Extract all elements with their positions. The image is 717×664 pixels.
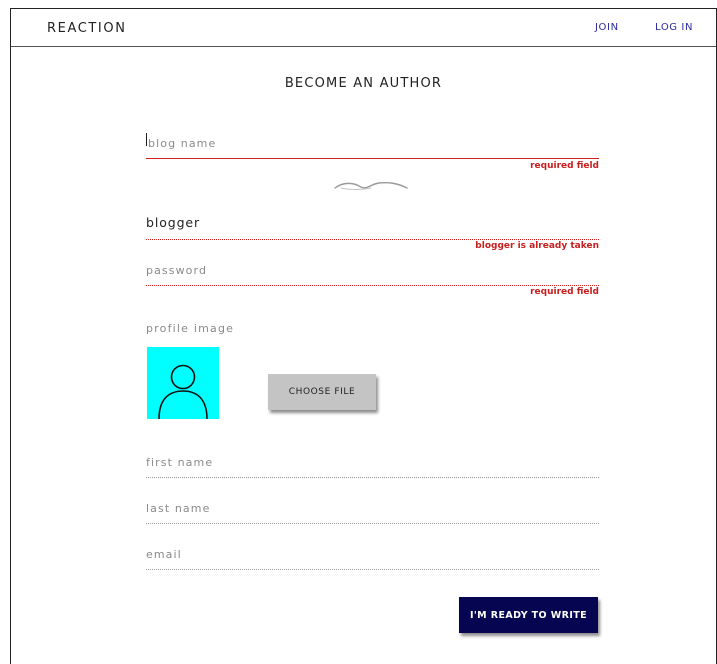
email-field	[146, 543, 599, 573]
email-underline	[146, 569, 599, 570]
password-underline	[146, 285, 599, 286]
password-input[interactable]	[146, 262, 599, 279]
blog-name-error: required field	[530, 161, 599, 171]
last-name-field	[146, 497, 599, 527]
last-name-underline	[146, 523, 599, 524]
first-name-input[interactable]	[146, 454, 599, 471]
password-field: required field	[146, 259, 599, 301]
email-input[interactable]	[146, 546, 599, 563]
text-cursor	[146, 133, 147, 146]
username-error: blogger is already taken	[475, 241, 599, 251]
top-nav-bar: REACTION JOIN LOG IN	[11, 9, 716, 47]
user-avatar-icon	[147, 347, 219, 419]
blog-name-field: required field	[146, 132, 599, 172]
submit-button[interactable]: I'M READY TO WRITE	[459, 597, 598, 633]
page-frame: REACTION JOIN LOG IN BECOME AN AUTHOR re…	[10, 8, 717, 664]
profile-image-label: profile image	[146, 322, 235, 335]
page-title: BECOME AN AUTHOR	[284, 76, 443, 91]
blog-name-input[interactable]	[146, 135, 599, 152]
blog-name-underline	[146, 158, 599, 159]
username-underline	[146, 239, 599, 240]
choose-file-button[interactable]: CHOOSE FILE	[268, 374, 376, 410]
first-name-field	[146, 451, 599, 481]
password-error: required field	[530, 287, 599, 297]
first-name-underline	[146, 477, 599, 478]
username-input[interactable]	[146, 213, 599, 232]
loading-spinner-icon	[334, 181, 408, 190]
join-link[interactable]: JOIN	[595, 22, 619, 33]
username-field: blogger is already taken	[146, 212, 599, 254]
login-link[interactable]: LOG IN	[655, 22, 693, 33]
last-name-input[interactable]	[146, 500, 599, 517]
brand-logo[interactable]: REACTION	[47, 21, 127, 36]
